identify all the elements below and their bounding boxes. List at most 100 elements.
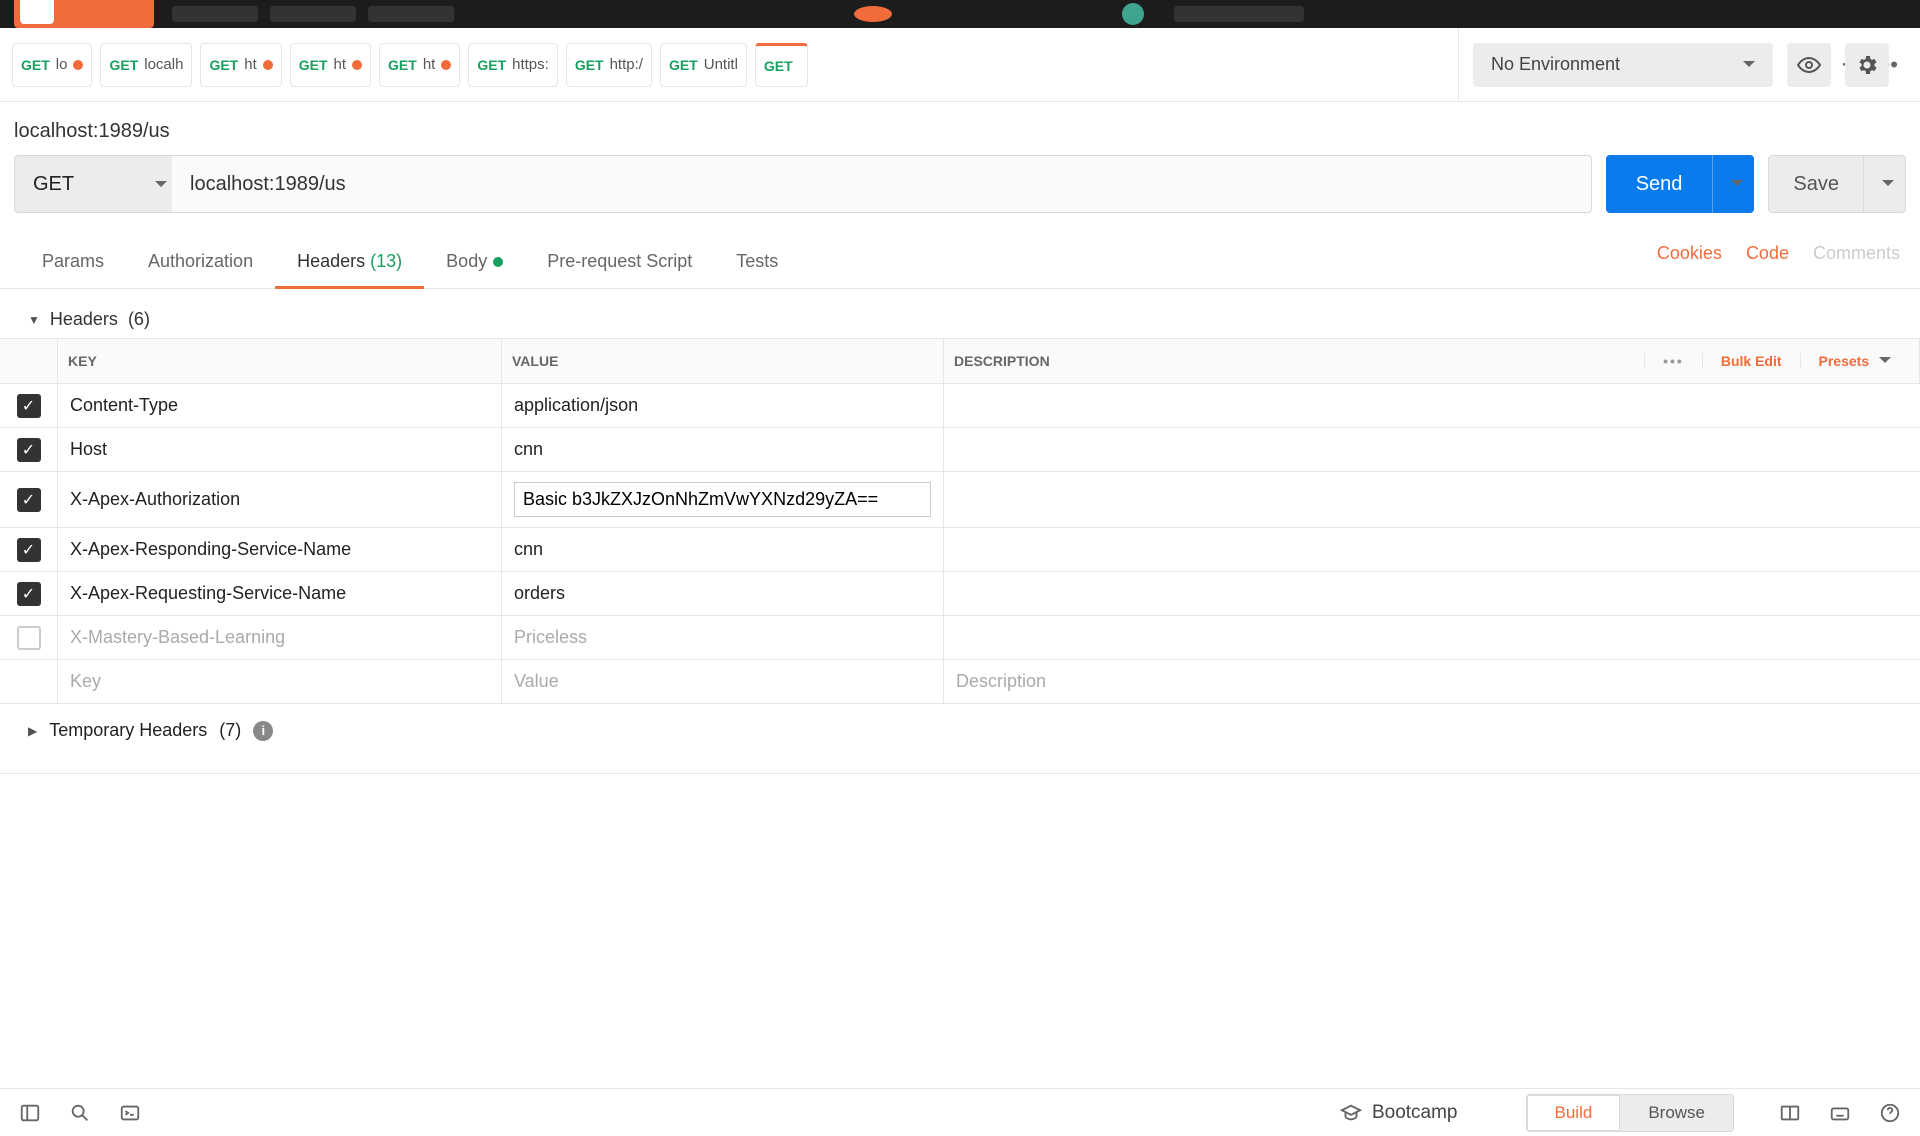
header-key-placeholder[interactable]: Key xyxy=(58,660,502,703)
tab-headers[interactable]: Headers (13) xyxy=(275,239,424,288)
method-select[interactable]: GET xyxy=(14,155,186,213)
columns-menu-button[interactable]: ••• xyxy=(1644,353,1702,369)
request-tab[interactable]: GETht xyxy=(379,43,460,87)
send-group: Send xyxy=(1606,155,1755,213)
request-tab[interactable]: GETht xyxy=(200,43,281,87)
request-tab[interactable]: GET xyxy=(755,43,808,87)
headers-section-toggle[interactable]: ▼ Headers (6) xyxy=(0,289,1920,338)
request-tab[interactable]: GEThttp:/ xyxy=(566,43,652,87)
header-desc-cell[interactable] xyxy=(944,528,1920,571)
body-indicator-dot xyxy=(487,251,503,271)
header-key-cell[interactable]: X-Mastery-Based-Learning xyxy=(58,616,502,659)
console-icon[interactable] xyxy=(114,1097,146,1129)
header-value-cell[interactable]: orders xyxy=(502,572,944,615)
info-icon[interactable]: i xyxy=(253,721,273,741)
help-icon[interactable] xyxy=(1874,1097,1906,1129)
cookies-link[interactable]: Cookies xyxy=(1657,243,1722,264)
bulk-edit-link[interactable]: Bulk Edit xyxy=(1702,353,1800,369)
tab-params[interactable]: Params xyxy=(20,239,126,288)
header-key-cell[interactable]: X-Apex-Responding-Service-Name xyxy=(58,528,502,571)
header-value-placeholder[interactable]: Value xyxy=(502,660,944,703)
header-value-cell[interactable]: cnn xyxy=(502,428,944,471)
headers-table-head: KEY VALUE DESCRIPTION ••• Bulk Edit Pres… xyxy=(0,338,1920,384)
chevron-down-icon xyxy=(149,173,167,196)
tab-body[interactable]: Body xyxy=(424,239,525,288)
header-key-cell[interactable]: Content-Type xyxy=(58,384,502,427)
header-desc-placeholder[interactable]: Description xyxy=(944,660,1920,703)
checkbox-icon xyxy=(17,626,41,650)
tab-method: GET xyxy=(21,57,50,73)
tab-tests[interactable]: Tests xyxy=(714,239,800,288)
top-slot xyxy=(270,6,356,22)
table-row-new[interactable]: Key Value Description xyxy=(0,660,1920,704)
tab-label: lo xyxy=(56,56,68,73)
header-value-cell[interactable] xyxy=(502,472,944,527)
app-logo-block xyxy=(14,0,154,28)
temporary-headers-toggle[interactable]: ▶ Temporary Headers (7) i xyxy=(0,704,1920,749)
unsaved-dot-icon xyxy=(263,60,273,70)
unsaved-dot-icon xyxy=(73,60,83,70)
request-input-row: GET Send Save xyxy=(0,155,1920,231)
temp-headers-count: (7) xyxy=(219,720,241,741)
request-tab[interactable]: GET lo xyxy=(12,43,92,87)
bootcamp-link[interactable]: Bootcamp xyxy=(1340,1102,1458,1124)
url-input[interactable] xyxy=(172,155,1592,213)
keyboard-shortcuts-icon[interactable] xyxy=(1824,1097,1856,1129)
header-desc-cell[interactable] xyxy=(944,384,1920,427)
chevron-down-icon xyxy=(1873,353,1891,369)
checkbox-icon: ✓ xyxy=(17,488,41,512)
comments-link[interactable]: Comments xyxy=(1813,243,1900,264)
col-key-header: KEY xyxy=(58,339,502,383)
header-value-cell[interactable]: cnn xyxy=(502,528,944,571)
request-tab[interactable]: GETht xyxy=(290,43,371,87)
content-tabs: Params Authorization Headers (13) Body P… xyxy=(0,231,1920,289)
header-value-cell[interactable]: Priceless xyxy=(502,616,944,659)
request-tab[interactable]: GEThttps: xyxy=(468,43,557,87)
bootcamp-label: Bootcamp xyxy=(1372,1102,1458,1124)
send-dropdown-button[interactable] xyxy=(1712,155,1754,213)
sidebar-toggle-icon[interactable] xyxy=(14,1097,46,1129)
header-value-cell[interactable]: application/json xyxy=(502,384,944,427)
build-tab[interactable]: Build xyxy=(1527,1095,1621,1131)
method-label: GET xyxy=(33,173,74,196)
table-row: ✓ X-Apex-Authorization xyxy=(0,472,1920,528)
header-checkbox-cell[interactable]: ✓ xyxy=(0,572,58,615)
avatar[interactable] xyxy=(1122,3,1144,25)
environment-quicklook-button[interactable] xyxy=(1787,43,1831,87)
header-key-cell[interactable]: X-Apex-Requesting-Service-Name xyxy=(58,572,502,615)
save-button[interactable]: Save xyxy=(1768,155,1864,213)
tab-method: GET xyxy=(299,57,328,73)
find-icon[interactable] xyxy=(64,1097,96,1129)
send-button[interactable]: Send xyxy=(1606,155,1713,213)
header-checkbox-cell[interactable]: ✓ xyxy=(0,384,58,427)
header-checkbox-cell[interactable]: ✓ xyxy=(0,528,58,571)
checkbox-icon: ✓ xyxy=(17,582,41,606)
tab-authorization[interactable]: Authorization xyxy=(126,239,275,288)
tab-label: localh xyxy=(144,56,183,73)
col-desc-header: DESCRIPTION ••• Bulk Edit Presets xyxy=(944,339,1920,383)
table-row: X-Mastery-Based-Learning Priceless xyxy=(0,616,1920,660)
header-desc-cell[interactable] xyxy=(944,472,1920,527)
request-tab[interactable]: GETUntitl xyxy=(660,43,747,87)
header-key-cell[interactable]: X-Apex-Authorization xyxy=(58,472,502,527)
two-pane-icon[interactable] xyxy=(1774,1097,1806,1129)
environment-select[interactable]: No Environment xyxy=(1473,43,1773,87)
header-checkbox-cell[interactable]: ✓ xyxy=(0,428,58,471)
header-checkbox-cell[interactable]: ✓ xyxy=(0,472,58,527)
graduation-cap-icon xyxy=(1340,1102,1362,1124)
header-value-input[interactable] xyxy=(514,482,931,517)
request-tab[interactable]: GETlocalh xyxy=(100,43,192,87)
settings-button[interactable] xyxy=(1845,43,1889,87)
tab-prerequest[interactable]: Pre-request Script xyxy=(525,239,714,288)
header-desc-cell[interactable] xyxy=(944,616,1920,659)
app-top-bar xyxy=(0,0,1920,28)
presets-dropdown[interactable]: Presets xyxy=(1800,353,1909,369)
code-link[interactable]: Code xyxy=(1746,243,1789,264)
header-key-cell[interactable]: Host xyxy=(58,428,502,471)
header-desc-cell[interactable] xyxy=(944,572,1920,615)
header-checkbox-cell[interactable] xyxy=(0,616,58,659)
header-desc-cell[interactable] xyxy=(944,428,1920,471)
top-orange-circle xyxy=(854,6,892,22)
browse-tab[interactable]: Browse xyxy=(1620,1095,1733,1131)
save-dropdown-button[interactable] xyxy=(1864,155,1906,213)
